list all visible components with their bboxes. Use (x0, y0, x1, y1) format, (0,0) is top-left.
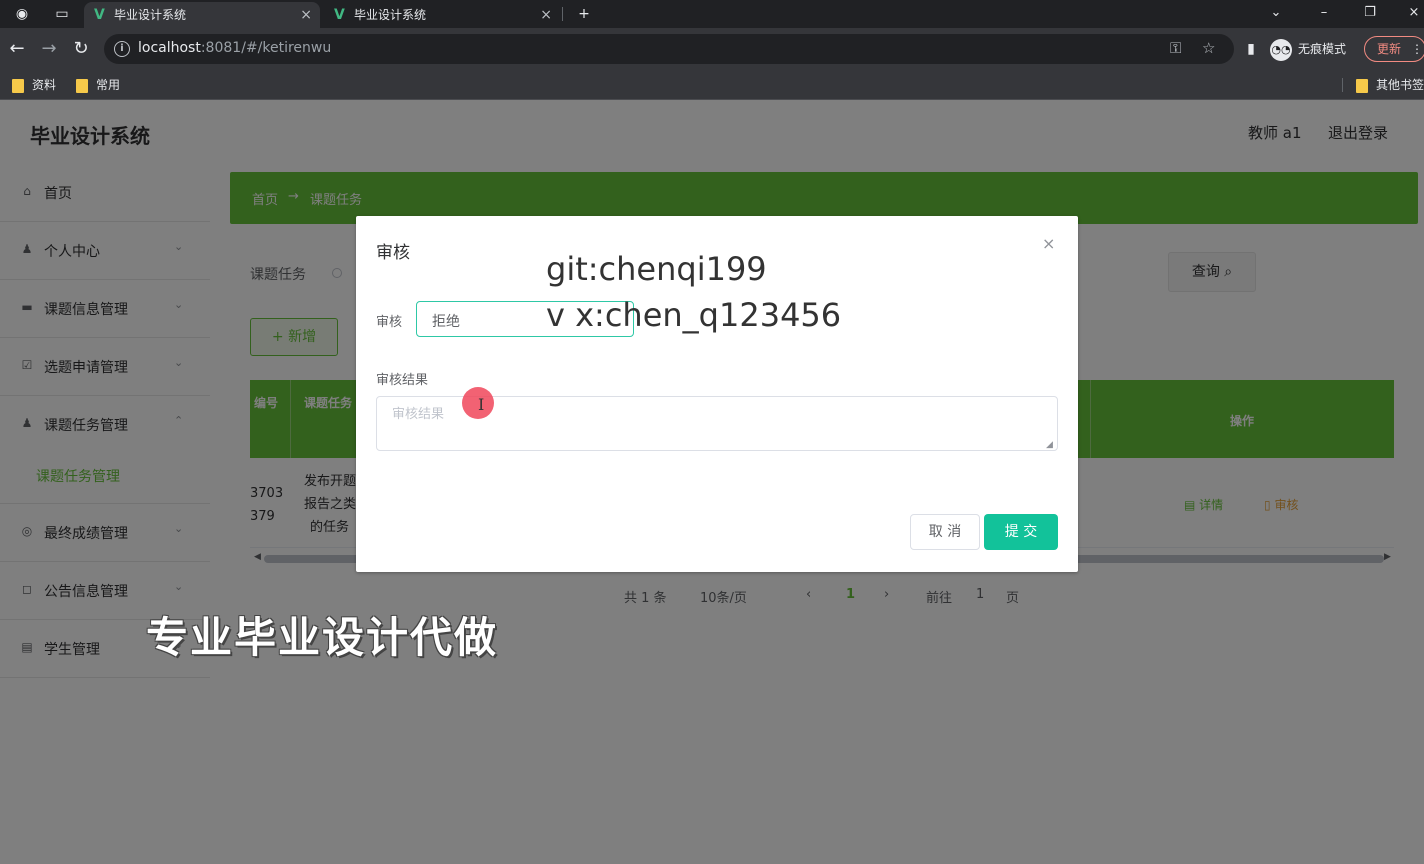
folder-icon (12, 78, 24, 93)
review-select-value: 拒绝 (432, 314, 460, 330)
tab-close-icon[interactable]: × (300, 2, 312, 28)
watermark-line-1: git:chenqi199 (546, 250, 767, 288)
update-button[interactable]: 更新 ⋮ (1364, 36, 1424, 62)
site-info-icon[interactable]: i (114, 41, 130, 57)
url-host: localhost (138, 40, 201, 56)
folder-icon (1356, 78, 1368, 93)
cancel-button[interactable]: 取 消 (910, 514, 980, 550)
forward-button[interactable]: → (38, 38, 60, 60)
resize-handle-icon[interactable]: ◢ (1046, 440, 1053, 450)
bookmark-folder-common[interactable]: 常用 (76, 76, 120, 94)
address-bar[interactable]: i localhost:8081/#/ketirenwu ⚿ ☆ (104, 34, 1234, 64)
incognito-indicator[interactable]: ◔◔ 无痕模式 (1270, 36, 1346, 62)
globe-icon[interactable]: ◉ (12, 4, 32, 24)
side-panel-icon[interactable]: ▮ (1240, 38, 1262, 60)
restore-button[interactable]: ❐ (1350, 0, 1390, 28)
bookmark-label: 资料 (32, 78, 57, 92)
promo-banner: 专业毕业设计代做 (146, 613, 499, 662)
vue-logo-icon: V (334, 7, 345, 23)
browser-toolbar: ← → ↻ i localhost:8081/#/ketirenwu ⚿ ☆ ▮… (0, 28, 1424, 70)
new-tab-button[interactable]: + (574, 4, 594, 24)
url-text[interactable]: localhost:8081/#/ketirenwu (138, 40, 331, 56)
tab-close-icon[interactable]: × (540, 2, 552, 28)
tab-search-icon[interactable]: ▭ (52, 4, 72, 24)
tab-active[interactable]: V 毕业设计系统 × (84, 2, 320, 28)
submit-button[interactable]: 提 交 (984, 514, 1058, 550)
minimize-button[interactable]: – (1304, 0, 1344, 28)
text-cursor-icon: I (478, 395, 485, 414)
incognito-label: 无痕模式 (1298, 42, 1347, 56)
tab-list-chevron-icon[interactable]: ⌄ (1256, 0, 1296, 28)
tab-inactive[interactable]: V 毕业设计系统 × (324, 2, 560, 28)
folder-icon (76, 78, 88, 93)
tab-label: 毕业设计系统 (114, 8, 187, 22)
window-close-button[interactable]: × (1394, 0, 1424, 28)
back-button[interactable]: ← (6, 38, 28, 60)
vue-logo-icon: V (94, 7, 105, 23)
tab-label: 毕业设计系统 (354, 8, 427, 22)
url-path: :8081/#/ketirenwu (200, 40, 332, 56)
bookmark-folder-docs[interactable]: 资料 (12, 76, 56, 94)
incognito-icon: ◔◔ (1270, 38, 1292, 61)
review-field-label: 审核 (376, 315, 403, 330)
reload-button[interactable]: ↻ (70, 38, 92, 60)
watermark-line-2: v x:chen_q123456 (546, 296, 842, 334)
key-icon[interactable]: ⚿ (1170, 39, 1181, 57)
close-icon[interactable]: × (1042, 234, 1055, 253)
bookmark-label: 其他书签 (1376, 78, 1424, 92)
result-field-label: 审核结果 (376, 373, 429, 388)
menu-icon: ⋮ (1411, 42, 1424, 56)
browser-tab-bar: ◉ ▭ V 毕业设计系统 × V 毕业设计系统 × + ⌄ – ❐ × (0, 0, 1424, 28)
update-label: 更新 (1377, 42, 1402, 56)
bookmarks-bar: 资料 常用 其他书签 (0, 70, 1424, 100)
tab-separator (562, 7, 563, 21)
bookmark-separator (1342, 78, 1343, 92)
other-bookmarks[interactable]: 其他书签 (1356, 76, 1424, 94)
dialog-title: 审核 (376, 243, 410, 263)
bookmark-star-icon[interactable]: ☆ (1202, 39, 1215, 57)
bookmark-label: 常用 (96, 78, 121, 92)
